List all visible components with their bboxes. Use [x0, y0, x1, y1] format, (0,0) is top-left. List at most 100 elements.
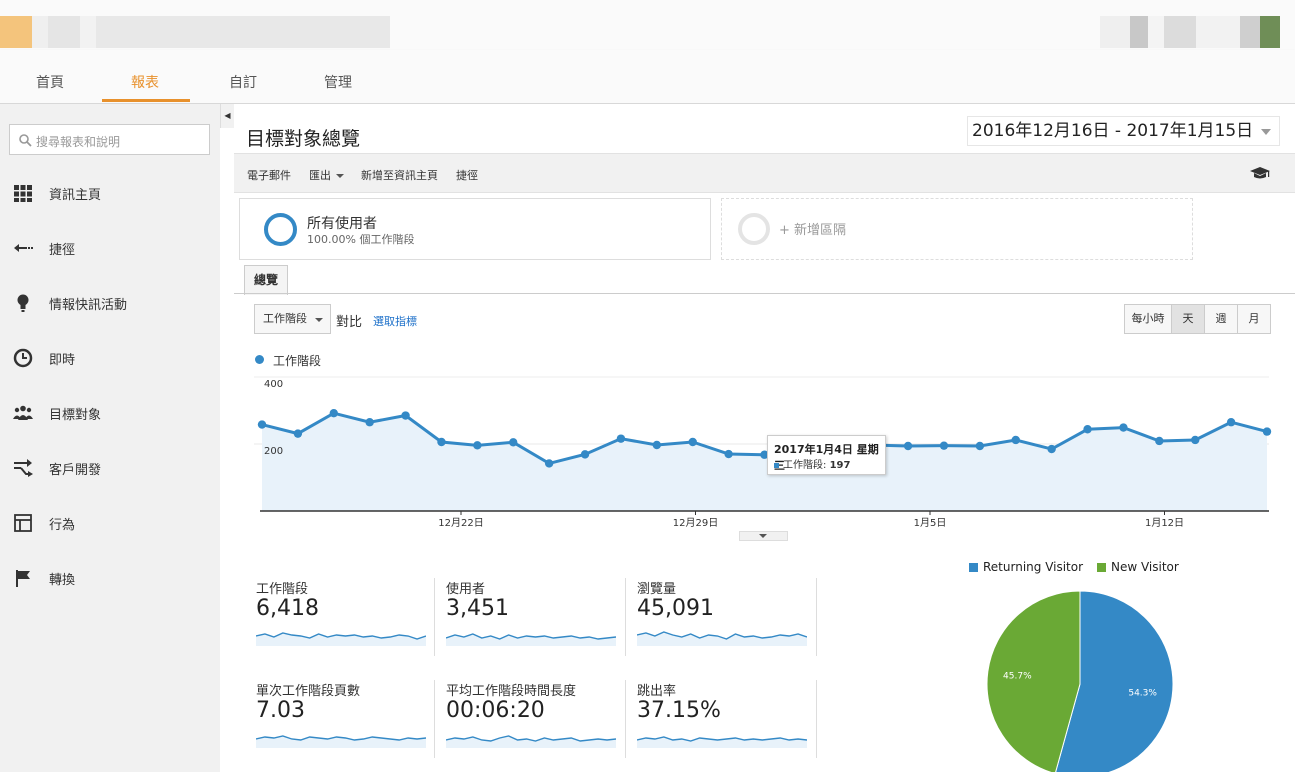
tab-divider [234, 293, 1295, 294]
people-icon [13, 405, 33, 420]
legend-swatch [969, 563, 978, 572]
graduation-cap-icon[interactable] [1250, 165, 1270, 181]
stat-pageviews: 瀏覽量 45,091 [637, 578, 817, 658]
select-metric-link[interactable]: 選取指標 [373, 313, 417, 329]
sidebar-item-label: 資訊主頁 [49, 188, 102, 203]
stat-value: 37.15% [637, 698, 721, 723]
data-point [257, 420, 267, 429]
pie-slice-label: 45.7% [1003, 671, 1032, 681]
search-input[interactable]: 搜尋報表和說明 [9, 124, 210, 155]
add-segment-button[interactable]: + 新增區隔 [721, 198, 1193, 260]
add-to-dashboard-button[interactable]: 新增至資訊主頁 [361, 167, 438, 183]
sidebar-item-realtime[interactable]: 即時 [0, 338, 220, 378]
period-day-button[interactable]: 天 [1171, 304, 1205, 334]
data-point [1047, 444, 1056, 454]
acquisition-arrows-icon [14, 459, 33, 477]
sidebar-item-label: 轉換 [49, 573, 76, 588]
dashboard-grid-icon [14, 185, 32, 202]
series-legend-label: 工作階段 [273, 354, 322, 368]
visitor-type-pie-chart[interactable]: 54.3% 45.7% [985, 588, 1177, 772]
stat-label: 單次工作階段頁數 [256, 684, 361, 699]
sparkline [256, 735, 426, 748]
sidebar-item-shortcuts[interactable]: 捷徑 [0, 228, 220, 268]
legend-label: Returning Visitor [983, 560, 1084, 574]
pie-legend-new: New Visitor [1097, 560, 1179, 574]
stat-value: 00:06:20 [446, 698, 545, 723]
product-logo [0, 16, 390, 48]
main-nav: 首頁 報表 自訂 管理 [0, 50, 1295, 104]
data-point [1226, 418, 1236, 427]
period-hourly-button[interactable]: 每小時 [1124, 304, 1172, 334]
page-title: 目標對象總覽 [246, 128, 361, 150]
segment-all-users[interactable]: 所有使用者 100.00% 個工作階段 [239, 198, 711, 260]
stat-value: 3,451 [446, 596, 509, 621]
tab-admin[interactable]: 管理 [324, 72, 352, 92]
period-week-button[interactable]: 週 [1204, 304, 1238, 334]
legend-label: New Visitor [1111, 560, 1179, 574]
sidebar-item-conversions[interactable]: 轉換 [0, 558, 220, 598]
series-square-icon [774, 462, 779, 468]
tab-customization[interactable]: 自訂 [229, 72, 257, 92]
data-point [401, 411, 410, 420]
date-range-text: 2016年12月16日 - 2017年1月15日 [972, 121, 1254, 141]
stat-value: 6,418 [256, 596, 319, 621]
stat-divider [625, 680, 626, 758]
data-point [329, 408, 338, 418]
legend-swatch [1097, 563, 1106, 572]
layout-icon [14, 514, 32, 532]
stat-label: 瀏覽量 [637, 582, 677, 597]
export-button[interactable]: 匯出 [309, 167, 344, 183]
metric-select-value: 工作階段 [263, 312, 307, 325]
segment-ring-icon [738, 213, 770, 245]
sidebar-item-behavior[interactable]: 行為 [0, 503, 220, 543]
x-tick-label: 12月29日 [673, 517, 718, 529]
sparkline [256, 632, 426, 646]
collapse-sidebar-button[interactable]: ◀ [220, 104, 234, 128]
sessions-line-chart[interactable]: 400 200 12月22日 12月29日 1月5日 1月12日 [254, 370, 1274, 535]
chart-expand-handle[interactable] [739, 531, 788, 541]
chevron-down-icon [336, 174, 344, 178]
sidebar-item-audience[interactable]: 目標對象 [0, 393, 220, 433]
tab-overview[interactable]: 總覽 [244, 265, 288, 295]
metric-select[interactable]: 工作階段 [254, 304, 331, 334]
sidebar-item-intelligence[interactable]: 情報快訊活動 [0, 283, 220, 323]
data-point [1119, 423, 1128, 432]
series-legend-dot [255, 355, 264, 364]
chevron-down-icon [1261, 129, 1271, 135]
sparkline [446, 633, 616, 646]
data-point [544, 459, 554, 468]
sparkline-area [637, 632, 807, 646]
data-point [652, 440, 662, 450]
sidebar-item-acquisition[interactable]: 客戶開發 [0, 448, 220, 488]
sidebar-item-label: 行為 [49, 518, 76, 533]
sidebar-item-label: 捷徑 [49, 243, 76, 258]
tab-reports[interactable]: 報表 [131, 72, 159, 92]
data-point [1083, 425, 1092, 434]
tab-home[interactable]: 首頁 [36, 72, 64, 92]
period-month-button[interactable]: 月 [1237, 304, 1271, 334]
pie-legend-returning: Returning Visitor [969, 560, 1083, 574]
y-tick-label: 200 [264, 446, 283, 457]
x-tick-label: 12月22日 [438, 517, 483, 529]
segment-ring-icon [264, 213, 297, 246]
chevron-down-icon [315, 318, 323, 322]
sparkline [637, 736, 807, 748]
email-button[interactable]: 電子郵件 [247, 167, 291, 183]
report-toolbar: 電子郵件 匯出 新增至資訊主頁 捷徑 [234, 153, 1295, 193]
account-menu[interactable] [1100, 16, 1280, 48]
stat-sessions: 工作階段 6,418 [256, 578, 436, 658]
shortcut-button[interactable]: 捷徑 [456, 167, 478, 183]
data-point [688, 437, 697, 447]
x-tick-label: 1月12日 [1145, 517, 1184, 529]
tooltip-label: 工作階段: [783, 460, 827, 471]
pie-slice-label: 54.3% [1128, 689, 1157, 699]
data-point [1011, 435, 1020, 445]
sidebar-item-dashboards[interactable]: 資訊主頁 [0, 173, 220, 213]
stat-value: 45,091 [637, 596, 714, 621]
date-range-picker[interactable]: 2016年12月16日 - 2017年1月15日 [967, 116, 1280, 146]
vs-label: 對比 [336, 315, 363, 330]
y-tick-label: 400 [264, 379, 283, 390]
stat-divider [434, 578, 435, 656]
tooltip-value-row: 工作階段: 197 [774, 456, 850, 471]
sidebar-item-label: 客戶開發 [49, 463, 102, 478]
